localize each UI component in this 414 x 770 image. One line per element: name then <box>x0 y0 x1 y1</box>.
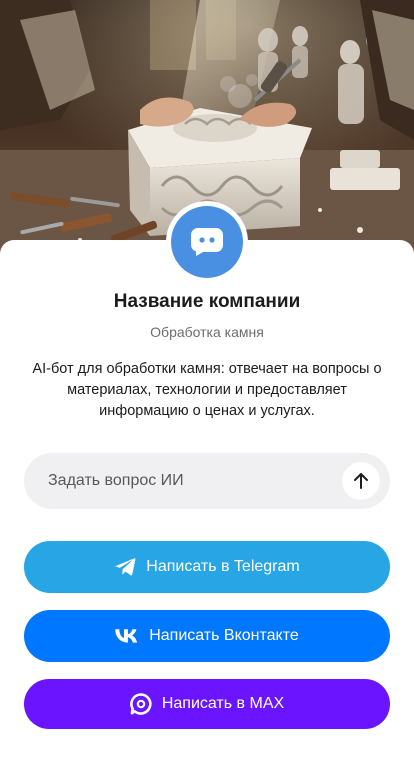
company-description: AI-бот для обработки камня: отвечает на … <box>32 361 382 419</box>
ask-ai-input[interactable] <box>24 453 334 509</box>
avatar-badge <box>171 206 243 278</box>
arrow-up-icon <box>354 473 368 489</box>
max-icon <box>129 693 152 715</box>
max-button[interactable]: Написать в MAX <box>24 679 390 729</box>
vk-button-label: Написать Вконтакте <box>149 627 299 644</box>
telegram-icon <box>114 557 136 577</box>
send-button[interactable] <box>342 462 380 500</box>
max-button-label: Написать в MAX <box>161 695 285 712</box>
company-subtitle: Обработка камня <box>150 324 264 340</box>
telegram-button-label: Написать в Telegram <box>146 558 300 575</box>
avatar <box>166 201 248 283</box>
company-name: Название компании <box>113 291 301 312</box>
telegram-button[interactable]: Написать в Telegram <box>24 541 390 593</box>
ask-ai-field <box>24 453 390 509</box>
chat-bubble-icon <box>191 228 223 256</box>
vk-button[interactable]: Написать Вконтакте <box>24 610 390 662</box>
vk-icon <box>115 629 139 643</box>
